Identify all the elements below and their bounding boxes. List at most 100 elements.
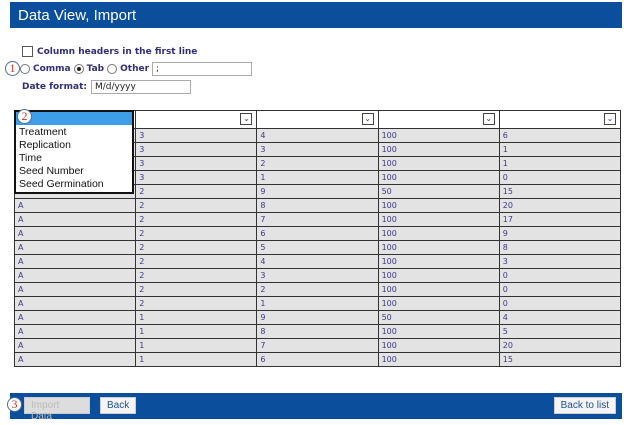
table-cell: 100 [378,157,499,171]
back-button[interactable]: Back [100,397,136,414]
table-cell: 2 [136,241,257,255]
table-row: A2810020 [15,199,621,213]
table-cell: 2 [257,283,378,297]
table-cell: 2 [136,227,257,241]
table-cell: 20 [499,339,620,353]
table-cell: 9 [499,227,620,241]
table-cell: 100 [378,241,499,255]
callout-3: 3 [7,397,22,412]
table-cell: 0 [499,171,620,185]
import-data-button[interactable]: Import Data [24,397,90,414]
table-cell: 15 [499,353,620,367]
table-cell: 3 [136,171,257,185]
other-label: Other [120,64,149,74]
table-cell: 100 [378,339,499,353]
table-cell: A [15,339,136,353]
table-cell: 50 [378,311,499,325]
table-cell: 1 [499,143,620,157]
column-select-2[interactable]: ⌄ [136,111,257,129]
table-cell: 50 [378,185,499,199]
table-cell: 15 [499,185,620,199]
column-select-3[interactable]: ⌄ [257,111,378,129]
date-format-input[interactable] [91,80,191,94]
table-cell: 100 [378,171,499,185]
table-cell: 100 [378,199,499,213]
dropdown-item-replication[interactable]: Replication [16,139,132,152]
other-radio[interactable] [107,64,117,74]
callout-1: 1 [5,61,20,76]
page-title: Data View, Import [10,2,622,28]
comma-radio[interactable] [20,64,30,74]
dropdown-item-treatment[interactable]: Treatment [16,126,132,139]
table-cell: 2 [136,269,257,283]
table-cell: 1 [499,157,620,171]
table-cell: 3 [136,157,257,171]
table-cell: 3 [136,143,257,157]
separator-options: Comma Tab Other [20,62,252,76]
chevron-down-icon[interactable]: ⌄ [362,113,374,125]
table-cell: 0 [499,283,620,297]
table-cell: 1 [136,353,257,367]
table-cell: A [15,241,136,255]
table-cell: 6 [499,129,620,143]
table-cell: 100 [378,255,499,269]
table-cell: 1 [257,171,378,185]
table-cell: 8 [257,199,378,213]
table-cell: 100 [378,325,499,339]
tab-label: Tab [87,64,105,74]
table-row: A261009 [15,227,621,241]
table-cell: 100 [378,129,499,143]
table-row: A1710020 [15,339,621,353]
column-select-5[interactable]: ⌄ [499,111,620,129]
table-cell: 3 [257,269,378,283]
table-cell: A [15,297,136,311]
table-cell: 9 [257,311,378,325]
column-headers-checkbox[interactable] [22,46,33,57]
footer-bar: Import Data Back Back to list [10,393,622,419]
column-headers-label: Column headers in the first line [37,47,197,57]
table-cell: 100 [378,143,499,157]
chevron-down-icon[interactable]: ⌄ [604,113,616,125]
chevron-down-icon[interactable]: ⌄ [240,113,252,125]
tab-radio[interactable] [74,64,84,74]
table-cell: A [15,325,136,339]
table-cell: 6 [257,227,378,241]
chevron-down-icon[interactable]: ⌄ [483,113,495,125]
table-cell: A [15,283,136,297]
table-cell: 3 [257,143,378,157]
table-cell: 2 [257,157,378,171]
dropdown-item-selected[interactable] [16,112,132,125]
table-cell: 5 [499,325,620,339]
table-cell: 3 [499,255,620,269]
table-row: A251008 [15,241,621,255]
table-cell: A [15,213,136,227]
table-cell: 2 [136,297,257,311]
table-cell: 2 [136,185,257,199]
table-row: A231000 [15,269,621,283]
table-cell: 2 [136,213,257,227]
table-cell: A [15,269,136,283]
table-cell: 20 [499,199,620,213]
table-cell: 100 [378,297,499,311]
other-separator-input[interactable] [152,62,252,76]
table-cell: 2 [136,199,257,213]
column-select-4[interactable]: ⌄ [378,111,499,129]
back-to-list-button[interactable]: Back to list [554,397,616,414]
dropdown-item-seed-number[interactable]: Seed Number [16,165,132,178]
dropdown-item-time[interactable]: Time [16,152,132,165]
table-cell: 8 [257,325,378,339]
column-headers-option[interactable]: Column headers in the first line [22,46,197,57]
table-cell: 100 [378,353,499,367]
table-cell: 6 [257,353,378,367]
table-cell: 100 [378,227,499,241]
column-dropdown-list[interactable]: Treatment Replication Time Seed Number S… [14,110,134,194]
table-cell: 2 [136,255,257,269]
table-cell: 8 [499,241,620,255]
table-row: A2710017 [15,213,621,227]
table-cell: 2 [136,283,257,297]
dropdown-item-seed-germination[interactable]: Seed Germination [16,178,132,191]
table-cell: 100 [378,283,499,297]
table-cell: A [15,199,136,213]
table-cell: 100 [378,269,499,283]
table-cell: A [15,311,136,325]
